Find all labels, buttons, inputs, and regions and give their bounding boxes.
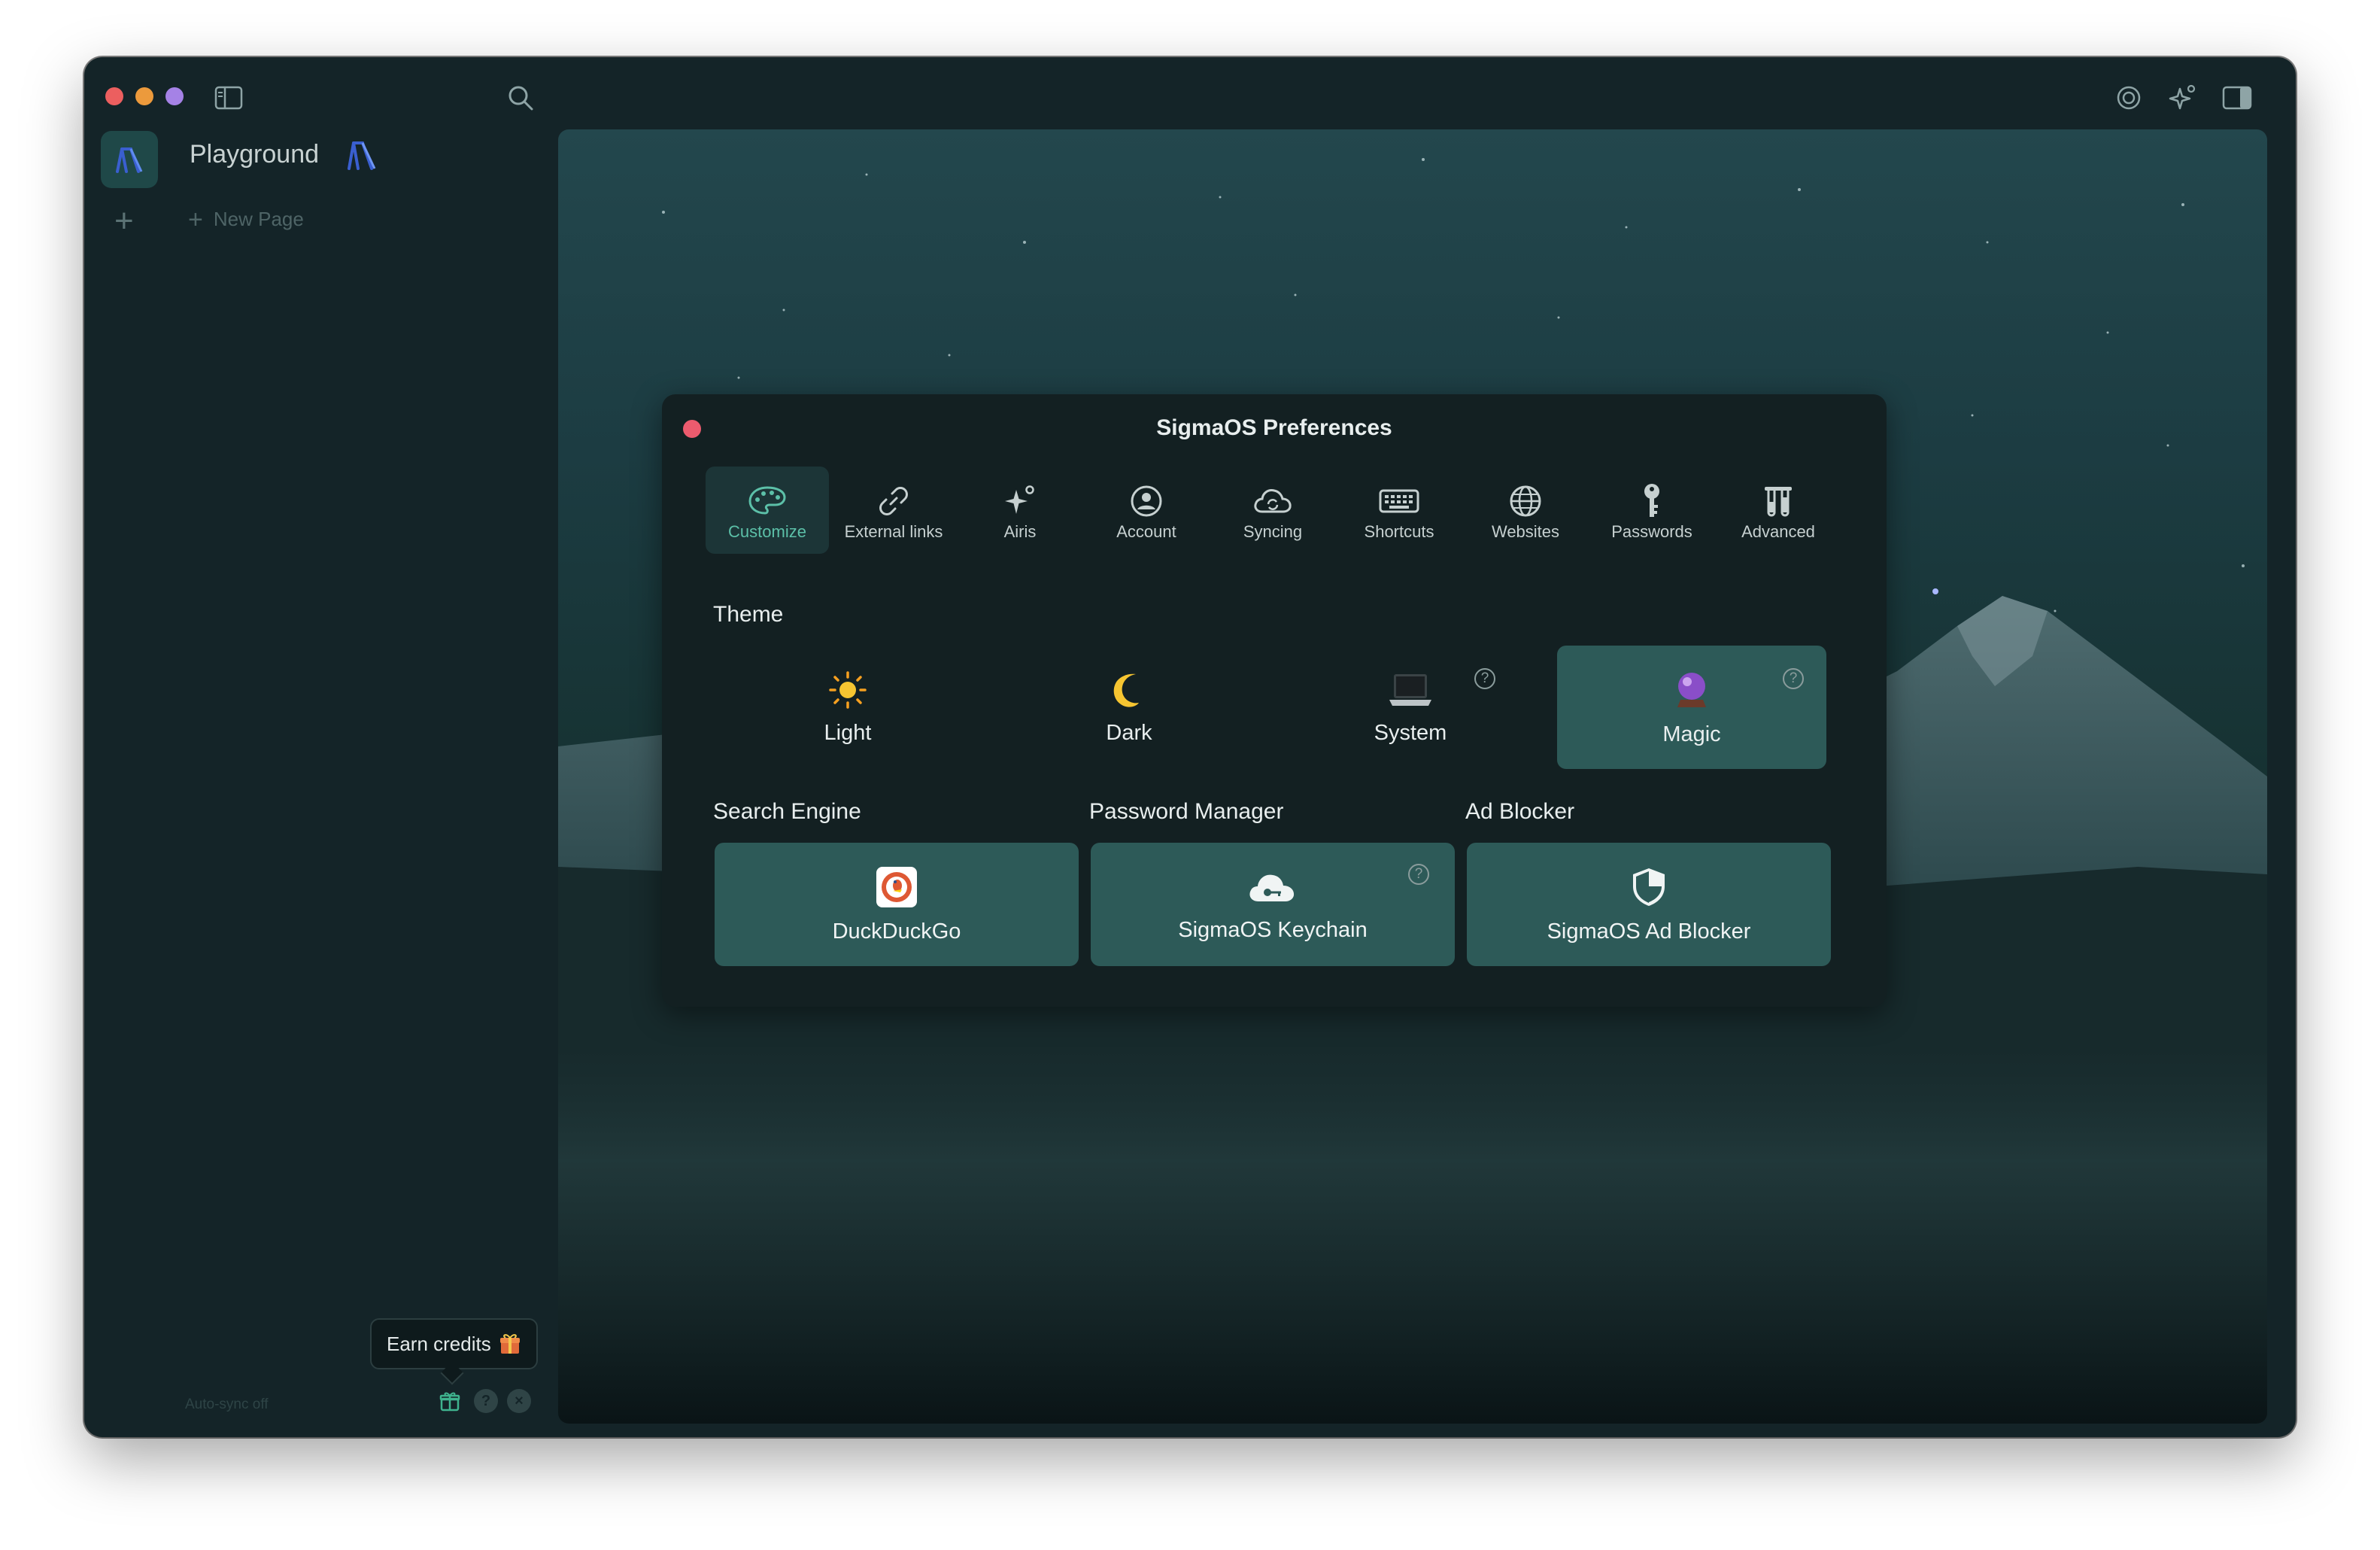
earn-credits-tooltip: Earn credits <box>370 1318 538 1369</box>
help-icon[interactable]: ? <box>1408 864 1429 885</box>
slide-emoji-icon <box>343 137 379 177</box>
moon-icon <box>1113 673 1139 707</box>
theme-system-option[interactable]: System ? <box>1276 646 1545 769</box>
theme-magic-option[interactable]: Magic ? <box>1557 646 1826 769</box>
link-icon <box>876 480 912 522</box>
tab-label: Websites <box>1491 522 1560 541</box>
key-icon <box>1638 480 1665 522</box>
help-icon[interactable]: ? <box>1783 668 1804 689</box>
ad-blocker-value: SigmaOS Ad Blocker <box>1547 919 1751 944</box>
new-page-button[interactable]: + New Page <box>188 205 304 234</box>
password-manager-value: SigmaOS Keychain <box>1178 917 1368 942</box>
close-window-button[interactable] <box>105 87 123 105</box>
tab-label: Account <box>1116 522 1176 541</box>
ad-blocker-card[interactable]: SigmaOS Ad Blocker <box>1467 843 1831 966</box>
tab-syncing[interactable]: Syncing <box>1211 467 1334 554</box>
airis-sparkle-icon[interactable] <box>2165 80 2201 116</box>
theme-label: System <box>1374 720 1447 745</box>
space-icon-tile[interactable] <box>101 131 158 188</box>
globe-icon <box>1508 480 1543 522</box>
duckduckgo-icon <box>876 866 917 907</box>
earn-credits-gift-icon[interactable] <box>438 1389 462 1413</box>
help-icon[interactable]: ? <box>1474 668 1495 689</box>
tab-customize[interactable]: Customize <box>706 467 829 554</box>
user-circle-icon <box>1129 480 1164 522</box>
zoom-window-button[interactable] <box>165 87 184 105</box>
theme-options: Light Dark System ? Magic ? <box>713 646 1837 769</box>
search-engine-label: Search Engine <box>713 799 861 824</box>
sidebar-toggle-icon[interactable] <box>214 83 244 113</box>
tab-passwords[interactable]: Passwords <box>1590 467 1714 554</box>
theme-label: Magic <box>1662 722 1721 746</box>
slide-icon <box>116 147 143 173</box>
search-engine-card[interactable]: DuckDuckGo <box>715 843 1079 966</box>
dismiss-icon[interactable]: × <box>507 1389 531 1413</box>
preferences-dialog: SigmaOS Preferences Customize External l… <box>662 394 1887 1007</box>
sun-icon <box>829 670 867 709</box>
tab-label: Customize <box>728 522 806 541</box>
password-manager-card[interactable]: SigmaOS Keychain ? <box>1091 843 1455 966</box>
add-space-button[interactable]: + <box>114 205 134 238</box>
test-tubes-icon <box>1760 480 1796 522</box>
theme-dark-option[interactable]: Dark <box>994 646 1264 769</box>
tab-label: Airis <box>1003 522 1037 541</box>
right-panel-toggle-icon[interactable] <box>2218 80 2257 116</box>
tab-account[interactable]: Account <box>1085 467 1208 554</box>
sparkle-icon <box>1001 480 1039 522</box>
tab-websites[interactable]: Websites <box>1464 467 1587 554</box>
theme-section-label: Theme <box>713 602 784 627</box>
tab-external-links[interactable]: External links <box>832 467 955 554</box>
theme-label: Dark <box>1106 720 1152 745</box>
cloud-sync-icon <box>1252 480 1294 522</box>
dialog-title: SigmaOS Preferences <box>1156 415 1392 440</box>
tab-advanced[interactable]: Advanced <box>1717 467 1840 554</box>
keyboard-icon <box>1378 480 1420 522</box>
plus-icon: + <box>188 205 203 234</box>
laptop-icon <box>1389 673 1431 706</box>
page-content-area[interactable]: SigmaOS Preferences Customize External l… <box>558 129 2267 1424</box>
help-icon[interactable]: ? <box>474 1389 498 1413</box>
tab-label: Advanced <box>1741 522 1815 541</box>
preferences-tabs: Customize External links Airis Account S… <box>706 467 1840 554</box>
tab-label: Shortcuts <box>1364 522 1434 541</box>
theme-label: Light <box>824 720 872 745</box>
gift-icon <box>499 1334 520 1354</box>
tab-airis[interactable]: Airis <box>958 467 1082 554</box>
ad-blocker-label: Ad Blocker <box>1465 799 1575 824</box>
crystal-ball-icon <box>1677 672 1706 707</box>
focus-icon[interactable] <box>2111 80 2147 116</box>
new-page-label: New Page <box>213 208 304 230</box>
auto-sync-status: Auto-sync off <box>185 1397 269 1412</box>
tab-label: External links <box>844 522 943 541</box>
tab-shortcuts[interactable]: Shortcuts <box>1337 467 1461 554</box>
browser-window: Playground + + New Page Earn credits Aut… <box>84 57 2296 1437</box>
earn-credits-label: Earn credits <box>387 1332 491 1355</box>
minimize-window-button[interactable] <box>135 87 153 105</box>
tab-label: Syncing <box>1243 522 1303 541</box>
space-title[interactable]: Playground <box>190 140 319 169</box>
palette-icon <box>747 480 788 522</box>
shield-icon <box>1633 868 1665 906</box>
cloud-key-icon <box>1249 874 1295 901</box>
search-engine-value: DuckDuckGo <box>832 919 961 944</box>
search-icon[interactable] <box>502 80 539 116</box>
password-manager-label: Password Manager <box>1089 799 1284 824</box>
tab-label: Passwords <box>1611 522 1692 541</box>
theme-light-option[interactable]: Light <box>713 646 982 769</box>
